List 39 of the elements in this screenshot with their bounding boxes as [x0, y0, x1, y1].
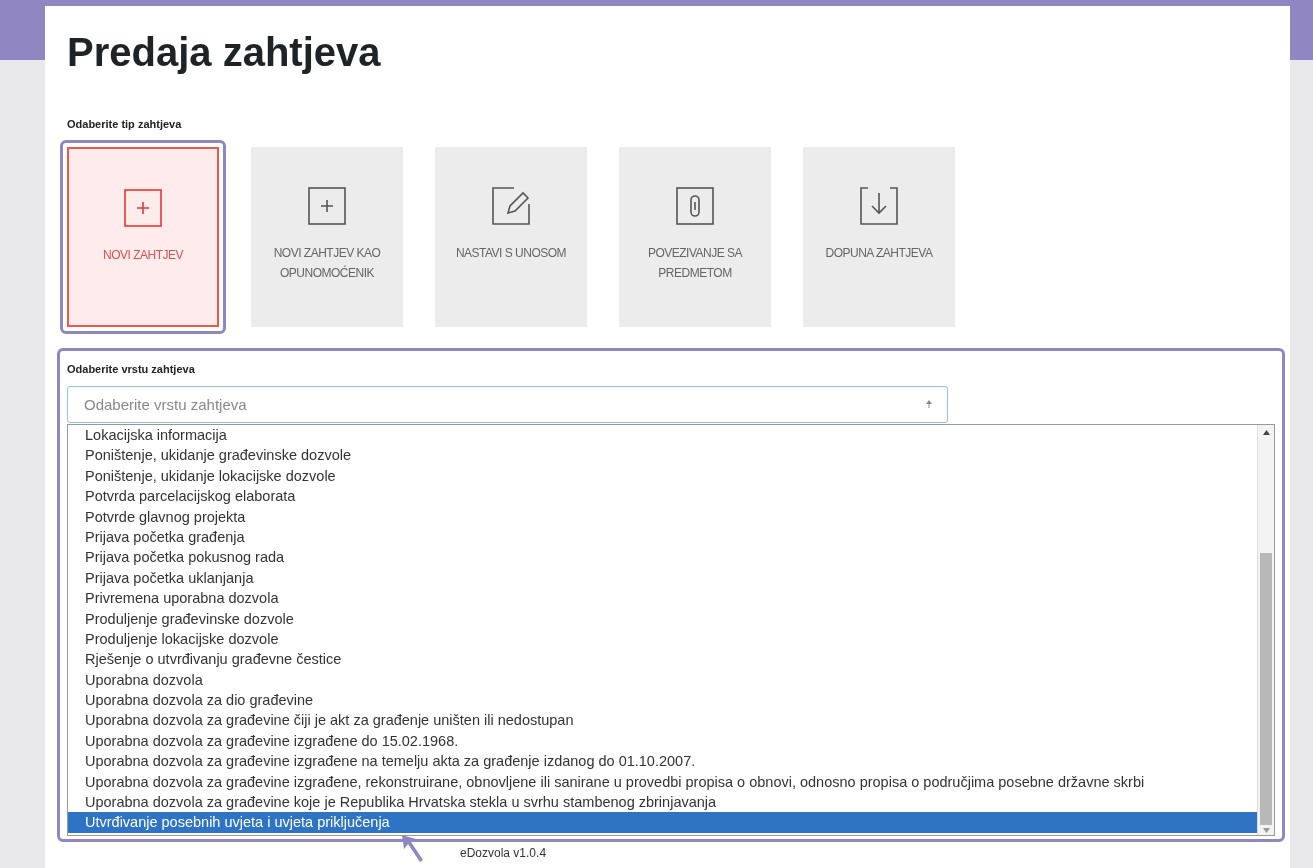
pencil-square-icon — [492, 186, 530, 225]
list-option[interactable]: Potvrde glavnog projekta — [68, 506, 1257, 527]
list-option[interactable]: Uporabna dozvola — [68, 669, 1257, 691]
section-label: Odaberite vrstu zahtjeva — [67, 361, 195, 377]
version-footer: eDozvola v1.0.4 — [460, 843, 547, 862]
list-option[interactable]: Privremena uporabna dozvola — [68, 588, 1257, 609]
request-type-card[interactable]: NOVI ZAHTJEV — [67, 146, 219, 327]
request-type-card[interactable]: NASTAVI S UNOSOM — [435, 146, 587, 327]
plus-square-icon — [308, 186, 346, 225]
list-option[interactable]: Potvrda parcelacijskog elaborata — [68, 486, 1257, 507]
chain-link-icon — [676, 186, 714, 225]
list-option[interactable]: Uporabna dozvola za građevine izgrađene, rekonstruirane, obnovljene ili sanirane u provedbi propisa o obnovi, odnosno propisa o područjima posebne državne skrbi — [68, 771, 1257, 793]
request-type-card[interactable]: POVEZIVANJE SA PREDMETOM — [619, 146, 771, 327]
request-type-card[interactable]: NOVI ZAHTJEV KAO OPUNOMOĆENIK — [251, 146, 403, 327]
list-option[interactable]: Produljenje građevinske dozvole — [68, 608, 1257, 629]
list-option[interactable]: Poništenje, ukidanje lokacijske dozvole — [68, 465, 1257, 487]
list-option[interactable]: Prijava početka pokusnog rada — [68, 547, 1257, 568]
section-label: Odaberite tip zahtjeva — [67, 117, 182, 132]
list-option[interactable]: Uporabna dozvola za građevine koje je Republika Hrvatska stekla u svrhu stambenog zbrinjavanja — [68, 792, 1257, 813]
scrollbar-thumb[interactable] — [1260, 553, 1272, 825]
list-option[interactable]: Lokacijska informacija — [68, 425, 1257, 446]
list-option[interactable]: Uporabna dozvola za građevine izgrađene do 15.02.1968. — [68, 730, 1257, 752]
caret-icon — [926, 400, 932, 408]
download-icon — [860, 186, 898, 225]
page-title: Predaja zahtjeva — [67, 30, 381, 74]
list-option[interactable]: Poništenje, ukidanje građevinske dozvole — [68, 445, 1257, 466]
list-option[interactable]: Prijava početka uklanjanja — [68, 567, 1257, 589]
list-option[interactable]: Prijava početka građenja — [68, 526, 1257, 548]
list-option[interactable]: Produljenje lokacijske dozvole — [68, 628, 1257, 650]
request-type-card[interactable]: DOPUNA ZAHTJEVA — [803, 146, 955, 327]
scroll-up-icon[interactable] — [1262, 430, 1270, 435]
list-option[interactable]: Uporabna dozvola za dio građevine — [68, 690, 1257, 711]
list-option[interactable]: Utvrđivanje posebnih uvjeta i uvjeta priključenja — [68, 812, 1257, 833]
list-option[interactable]: Uporabna dozvola za građevine izgrađene na temelju akta za građenje izdanog do 01.10.2007. — [68, 751, 1257, 772]
list-option[interactable]: Rješenje o utvrđivanju građevne čestice — [68, 649, 1257, 670]
select-field[interactable]: Odaberite vrstu zahtjeva — [67, 386, 948, 423]
list-option[interactable]: Uporabna dozvola za građevine čiji je akt za građenje uništen ili nedostupan — [68, 710, 1257, 731]
scroll-down-icon[interactable] — [1262, 828, 1270, 833]
plus-square-icon — [124, 188, 162, 227]
